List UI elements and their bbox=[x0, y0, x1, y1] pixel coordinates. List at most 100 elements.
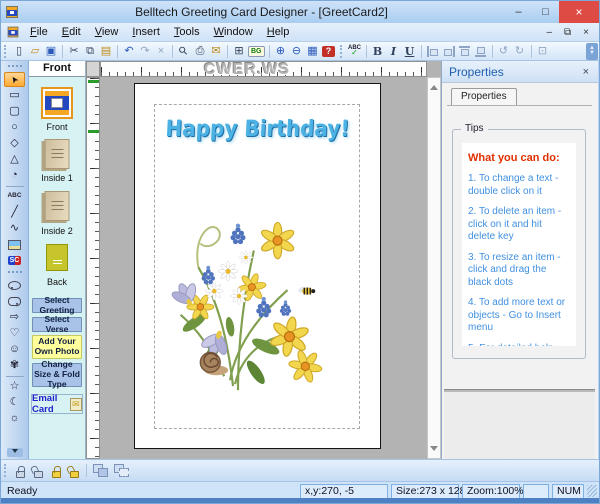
resize-grip[interactable] bbox=[587, 485, 597, 497]
minimize-button[interactable]: – bbox=[505, 1, 532, 23]
select-tool[interactable]: ➤ bbox=[4, 72, 25, 87]
flower-bouquet-image[interactable] bbox=[139, 196, 337, 404]
select-verse-button[interactable]: Select Verse bbox=[32, 317, 82, 332]
ellipse-tool[interactable]: ○ bbox=[4, 120, 25, 135]
align-top-icon[interactable] bbox=[459, 46, 471, 57]
star-shape-tool[interactable]: ☆ bbox=[4, 379, 25, 394]
mdi-minimize-button[interactable]: – bbox=[546, 27, 552, 38]
menu-file[interactable]: File bbox=[23, 23, 55, 41]
current-page-header: Front bbox=[29, 61, 85, 77]
menu-insert[interactable]: Insert bbox=[125, 23, 167, 41]
toolbar-grip[interactable] bbox=[4, 45, 7, 58]
canvas-vertical-scrollbar[interactable] bbox=[427, 77, 441, 459]
scroll-down-icon[interactable] bbox=[430, 446, 438, 455]
lock-icon[interactable] bbox=[11, 462, 29, 480]
toolbar-grip[interactable] bbox=[340, 45, 343, 58]
lock-all-icon[interactable] bbox=[47, 462, 65, 480]
group-objects-icon[interactable] bbox=[93, 464, 108, 477]
arrow-shape-tool[interactable]: ⇨ bbox=[4, 310, 25, 325]
line-tool[interactable]: ╱ bbox=[4, 205, 25, 220]
design-canvas[interactable]: Happy Birthday! bbox=[100, 77, 427, 459]
mdi-close-button[interactable]: × bbox=[583, 27, 589, 38]
delete-icon[interactable]: × bbox=[153, 43, 169, 60]
new-document-icon[interactable]: ▯ bbox=[11, 43, 27, 60]
rounded-rectangle-tool[interactable]: ▢ bbox=[4, 104, 25, 119]
email-icon[interactable]: ✉ bbox=[208, 43, 224, 60]
properties-close-icon[interactable]: × bbox=[581, 66, 591, 78]
palette-grip[interactable] bbox=[8, 271, 22, 275]
align-right-icon[interactable] bbox=[443, 46, 455, 57]
undo-icon[interactable]: ↶ bbox=[121, 43, 137, 60]
shape-collection-tool[interactable]: SC bbox=[4, 253, 25, 268]
bee bbox=[297, 286, 315, 295]
page-thumb-inside2[interactable] bbox=[45, 191, 70, 221]
save-icon[interactable]: ▣ bbox=[43, 43, 59, 60]
diamond-tool[interactable]: ◇ bbox=[4, 136, 25, 151]
menu-window[interactable]: Window bbox=[207, 23, 260, 41]
help-icon[interactable]: ? bbox=[321, 43, 337, 60]
align-left-icon[interactable] bbox=[427, 46, 439, 57]
zoom-in-icon[interactable]: ⊕ bbox=[273, 43, 289, 60]
rotate-left-icon[interactable]: ↺ bbox=[496, 43, 512, 60]
paste-icon[interactable]: ▤ bbox=[98, 43, 114, 60]
email-card-control[interactable]: Email Card ✉ bbox=[31, 394, 83, 414]
mdi-restore-button[interactable]: ⧉ bbox=[564, 27, 571, 38]
pie-tool[interactable]: ◔ bbox=[4, 168, 25, 183]
palette-scroll-down-button[interactable] bbox=[7, 448, 23, 457]
page-thumb-back[interactable] bbox=[46, 244, 68, 271]
card-page[interactable]: Happy Birthday! bbox=[134, 83, 381, 449]
email-envelope-icon[interactable]: ✉ bbox=[70, 398, 82, 411]
page-thumb-inside1[interactable] bbox=[45, 139, 70, 169]
add-photo-button[interactable]: Add Your Own Photo bbox=[32, 335, 82, 359]
underline-icon[interactable]: U bbox=[402, 43, 418, 60]
picture-tool[interactable] bbox=[4, 237, 25, 252]
curve-tool[interactable]: ∿ bbox=[4, 221, 25, 236]
spell-check-icon[interactable]: ABC ✓ bbox=[347, 43, 363, 60]
unlock-all-icon[interactable] bbox=[65, 462, 83, 480]
maximize-button[interactable]: □ bbox=[532, 1, 559, 23]
rotate-right-icon[interactable]: ↻ bbox=[512, 43, 528, 60]
tips-groupbox: Tips What you can do: 1. To change a tex… bbox=[452, 129, 586, 359]
burst-shape-tool[interactable]: ✾ bbox=[4, 358, 25, 373]
unlock-icon[interactable] bbox=[29, 462, 47, 480]
grid-icon[interactable]: ▦ bbox=[305, 43, 321, 60]
moon-shape-tool[interactable]: ☾ bbox=[4, 395, 25, 410]
menu-view[interactable]: View bbox=[88, 23, 126, 41]
background-icon[interactable]: BG bbox=[247, 43, 266, 60]
italic-icon[interactable]: I bbox=[386, 43, 402, 60]
menu-tools[interactable]: Tools bbox=[167, 23, 207, 41]
menu-help[interactable]: Help bbox=[260, 23, 297, 41]
page-label-front: Front bbox=[29, 122, 85, 132]
bold-icon[interactable]: B bbox=[370, 43, 386, 60]
center-object-icon[interactable]: ⊡ bbox=[535, 43, 551, 60]
triangle-tool[interactable]: △ bbox=[4, 152, 25, 167]
rectangle-tool[interactable]: ▭ bbox=[4, 88, 25, 103]
page-thumb-front[interactable] bbox=[41, 87, 73, 119]
ungroup-objects-icon[interactable] bbox=[114, 464, 129, 477]
select-greeting-button[interactable]: Select Greeting bbox=[32, 298, 82, 313]
open-icon[interactable]: ▱ bbox=[27, 43, 43, 60]
toolbar-grip[interactable] bbox=[4, 464, 7, 477]
greeting-text[interactable]: Happy Birthday! bbox=[134, 115, 380, 142]
tab-properties[interactable]: Properties bbox=[451, 88, 517, 105]
document-icon bbox=[8, 27, 19, 38]
palette-grip[interactable] bbox=[8, 65, 22, 69]
text-tool[interactable]: ABC bbox=[4, 189, 25, 204]
properties-icon[interactable]: ⊞ bbox=[231, 43, 247, 60]
change-size-fold-button[interactable]: Change Size & Fold Type bbox=[32, 363, 82, 387]
redo-icon[interactable]: ↷ bbox=[137, 43, 153, 60]
page-label-back: Back bbox=[29, 277, 85, 287]
thought-bubble-tool[interactable] bbox=[4, 294, 25, 309]
heart-shape-tool[interactable]: ♡ bbox=[4, 326, 25, 341]
sun-shape-tool[interactable]: ☼ bbox=[4, 411, 25, 426]
align-bottom-icon[interactable] bbox=[475, 46, 487, 57]
copy-icon[interactable]: ⧉ bbox=[82, 43, 98, 60]
toolbar-overflow-button[interactable]: ▲▼ bbox=[586, 43, 598, 60]
scroll-up-icon[interactable] bbox=[430, 81, 438, 90]
cut-icon[interactable]: ✂ bbox=[66, 43, 82, 60]
close-button[interactable]: × bbox=[559, 1, 599, 23]
smiley-shape-tool[interactable]: ☺ bbox=[4, 342, 25, 357]
speech-bubble-tool[interactable] bbox=[4, 278, 25, 293]
menu-edit[interactable]: Edit bbox=[55, 23, 88, 41]
zoom-out-icon[interactable]: ⊖ bbox=[289, 43, 305, 60]
